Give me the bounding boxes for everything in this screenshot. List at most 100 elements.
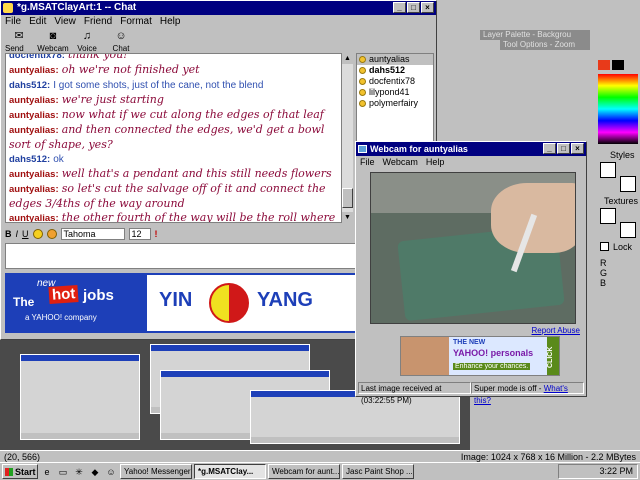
- webcam-titlebar[interactable]: Webcam for auntyalias _ □ ×: [356, 142, 586, 156]
- textures-swatch[interactable]: [600, 208, 616, 224]
- user-item[interactable]: dahs512: [357, 65, 433, 76]
- menu-webcam[interactable]: Webcam: [383, 156, 418, 168]
- start-button[interactable]: Start: [2, 464, 38, 479]
- report-abuse-link[interactable]: Report Abuse: [532, 326, 580, 335]
- lock-label: Lock: [613, 242, 633, 252]
- webcam-statusbar: Last image received at (03:22:55 PM) Sup…: [358, 382, 584, 405]
- webcam-menubar: File Webcam Help: [356, 156, 586, 168]
- lock-checkbox[interactable]: [600, 242, 609, 251]
- bold-button[interactable]: B: [5, 229, 12, 239]
- chat-message: docfentix78: thank you!: [9, 53, 128, 61]
- chat-message: auntyalias: so let's cut the salvage off…: [9, 182, 326, 210]
- close-button[interactable]: ×: [571, 143, 584, 154]
- quicklaunch-desktop-icon[interactable]: ▭: [56, 466, 70, 478]
- screenshot-thumbnail: [250, 390, 460, 444]
- yahoo-smiley-icon: [3, 3, 13, 13]
- clock[interactable]: 3:22 PM: [599, 466, 633, 476]
- ad-photo: [401, 337, 449, 375]
- menu-help[interactable]: Help: [160, 15, 181, 29]
- webcam-button[interactable]: ◙ Webcam: [37, 29, 69, 55]
- send-file-icon: ✉: [14, 30, 24, 42]
- styles-swatch-secondary[interactable]: [620, 176, 636, 192]
- menu-format[interactable]: Format: [120, 15, 152, 29]
- send-file-button[interactable]: ✉ Send File: [5, 29, 33, 62]
- chat-message: auntyalias: well that's a pendant and th…: [9, 167, 332, 180]
- textures-swatch-secondary[interactable]: [620, 222, 636, 238]
- user-smiley-icon: [359, 78, 366, 85]
- webcam-title: Webcam for auntyalias: [370, 144, 468, 154]
- task-chat[interactable]: *g.MSATClay...: [194, 464, 266, 479]
- close-button[interactable]: ×: [421, 2, 434, 13]
- user-item[interactable]: lilypond41: [357, 87, 433, 98]
- minimize-button[interactable]: _: [393, 2, 406, 13]
- minimize-button[interactable]: _: [543, 143, 556, 154]
- task-yahoo-messenger[interactable]: Yahoo! Messenger: [120, 464, 192, 479]
- quicklaunch-explorer-icon[interactable]: e: [40, 466, 54, 478]
- user-item[interactable]: polymerfairy: [357, 98, 433, 109]
- user-smiley-icon: [359, 100, 366, 107]
- maximize-button[interactable]: □: [407, 2, 420, 13]
- menu-edit[interactable]: Edit: [29, 15, 46, 29]
- webcam-icon: ◙: [49, 30, 57, 42]
- chat-log[interactable]: docfentix78: thank you! auntyalias: oh w…: [5, 53, 345, 223]
- layer-palette[interactable]: Layer Palette - Backgrou: [480, 30, 590, 40]
- chat-message: auntyalias: now what if we cut along the…: [9, 108, 324, 121]
- font-size-select[interactable]: 12: [128, 228, 151, 240]
- scroll-down-arrow[interactable]: ▼: [342, 212, 353, 223]
- chat-message: auntyalias: oh we're not finished yet: [9, 63, 200, 76]
- chat-message: auntyalias: and then connected the edges…: [9, 123, 325, 151]
- windows-logo-icon: [5, 467, 13, 476]
- hotjobs-logo: The new hot jobs a YAHOO! company: [5, 273, 145, 333]
- g-label: G: [600, 268, 608, 278]
- chat-scrollbar[interactable]: ▲ ▼: [341, 53, 353, 223]
- menu-help[interactable]: Help: [426, 156, 445, 168]
- webcam-label: Webcam: [37, 44, 69, 53]
- chat-icon: ☺: [115, 30, 127, 42]
- font-select[interactable]: Tahoma: [60, 228, 125, 240]
- tool-options-palette[interactable]: Tool Options - Zoom: [500, 40, 590, 50]
- chat-message: auntyalias: the other fourth of the way …: [9, 211, 336, 223]
- menu-friend[interactable]: Friend: [84, 15, 112, 29]
- italic-button[interactable]: I: [16, 229, 19, 239]
- last-image-status: Last image received at (03:22:55 PM): [358, 382, 471, 405]
- chat-message: dahs512: I got some shots, just of the c…: [9, 80, 264, 91]
- scroll-thumb[interactable]: [342, 188, 353, 208]
- webcam-video-frame: [370, 172, 576, 324]
- voice-button[interactable]: ♫ Voice: [73, 29, 101, 55]
- scroll-up-arrow[interactable]: ▲: [342, 53, 353, 64]
- menu-file[interactable]: File: [360, 156, 375, 168]
- chat-toolbar: ✉ Send File ◙ Webcam ♫ Voice ☺ Chat: [1, 29, 436, 62]
- color-spectrum[interactable]: [598, 74, 638, 144]
- styles-label: Styles: [610, 150, 635, 160]
- microphone-icon: ♫: [82, 30, 92, 42]
- textures-label: Textures: [604, 196, 639, 206]
- audible-icon[interactable]: [46, 229, 57, 239]
- system-tray: 3:22 PM: [558, 464, 638, 479]
- user-smiley-icon: [359, 56, 366, 63]
- user-item[interactable]: auntyalias: [357, 54, 433, 65]
- emoticon-icon[interactable]: [32, 229, 43, 239]
- quicklaunch-channel-icon[interactable]: ✳: [72, 466, 86, 478]
- chat-label: Chat: [112, 44, 130, 53]
- yin-yang-icon: [209, 283, 249, 323]
- webcam-window: Webcam for auntyalias _ □ × File Webcam …: [355, 141, 587, 405]
- chat-button[interactable]: ☺ Chat: [107, 29, 135, 55]
- task-webcam[interactable]: Webcam for aunt...: [268, 464, 340, 479]
- webcam-icon: [358, 145, 367, 153]
- task-paint-shop[interactable]: Jasc Paint Shop ...: [342, 464, 414, 479]
- chat-titlebar[interactable]: *g.MSATClayArt:1 -- Chat _ □ ×: [1, 1, 436, 15]
- menu-view[interactable]: View: [54, 15, 76, 29]
- quicklaunch-app-icon[interactable]: ◆: [88, 466, 102, 478]
- menu-file[interactable]: File: [5, 15, 21, 29]
- user-smiley-icon: [359, 89, 366, 96]
- maximize-button[interactable]: □: [557, 143, 570, 154]
- user-smiley-icon: [359, 67, 366, 74]
- underline-button[interactable]: U: [22, 229, 29, 239]
- chat-menubar: File Edit View Friend Format Help: [1, 15, 436, 29]
- yahoo-personals-ad[interactable]: THE NEW YAHOO! personals Enhance your ch…: [400, 336, 560, 376]
- color-swatches[interactable]: [598, 60, 638, 70]
- alert-icon[interactable]: !: [155, 229, 158, 239]
- user-item[interactable]: docfentix78: [357, 76, 433, 87]
- quicklaunch-messenger-icon[interactable]: ☺: [104, 466, 118, 478]
- styles-swatch[interactable]: [600, 162, 616, 178]
